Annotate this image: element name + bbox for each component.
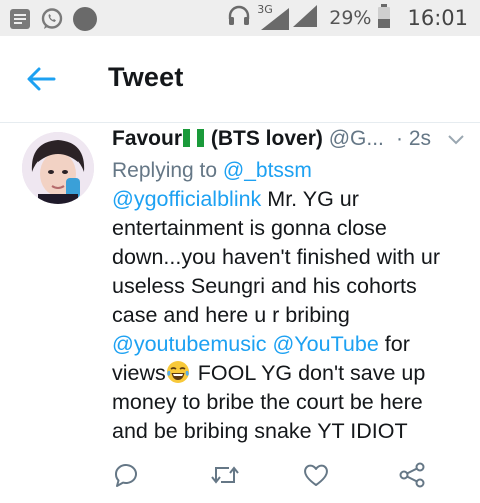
text-line-8: money to bribe the court be here [112, 390, 423, 414]
like-button[interactable] [302, 461, 332, 491]
text-segment: FOOL YG don't save up [191, 361, 426, 385]
text-segment: for [378, 332, 410, 356]
reply-context: Replying to @_btssm [112, 159, 312, 183]
page-title: Tweet [108, 62, 184, 92]
tweet-header: Favour (BTS lover) @G... · 2s [112, 127, 472, 157]
heart-icon [304, 464, 328, 486]
reply-button[interactable] [112, 461, 142, 491]
retweet-icon [211, 466, 239, 484]
tweet[interactable]: Favour (BTS lover) @G... · 2s Replying t… [0, 123, 480, 503]
battery-icon [377, 3, 391, 33]
tweet-time: · 2s [396, 127, 432, 150]
text-line-1: @ygofficialblink Mr. YG ur [112, 185, 467, 214]
text-segment: views [112, 361, 166, 385]
text-line-2: entertainment is gonna close [112, 216, 387, 240]
text-line-7: views FOOL YG don't save up [112, 359, 467, 388]
headphones-icon [227, 4, 251, 33]
laughing-crying-emoji-icon [166, 361, 189, 383]
signal-icon: 3G [257, 3, 291, 31]
text-line-3: down...you haven't finished with ur [112, 245, 440, 269]
text-line-9: and be bribing snake YT IDIOT [112, 419, 408, 443]
whatsapp-icon [40, 7, 64, 36]
text-line-5: case and here u r bribing [112, 303, 350, 327]
author-name[interactable]: Favour (BTS lover) [112, 127, 323, 150]
tweet-actions [112, 461, 442, 495]
tweet-text: @ygofficialblink Mr. YG ur entertainment… [112, 185, 467, 446]
back-arrow-icon [27, 67, 56, 91]
back-button[interactable] [24, 64, 58, 94]
chevron-down-icon[interactable] [447, 133, 465, 147]
mention-youtube[interactable]: @YouTube [272, 332, 378, 356]
text-segment: Mr. YG ur [261, 187, 359, 211]
text-line-6: @youtubemusic @YouTube for [112, 330, 467, 359]
status-bar: 3G 29% 16:01 [0, 0, 480, 36]
nigeria-flag-icon [183, 129, 205, 147]
text-line-4: useless Seungri and his cohorts [112, 274, 417, 298]
circle-icon [72, 6, 98, 37]
signal-icon-2 [293, 4, 319, 32]
mention-youtubemusic[interactable]: @youtubemusic [112, 332, 266, 356]
avatar[interactable] [22, 132, 94, 204]
retweet-button[interactable] [210, 461, 240, 491]
share-button[interactable] [398, 461, 428, 491]
mention-ygofficialblink[interactable]: @ygofficialblink [112, 187, 261, 211]
clock: 16:01 [407, 6, 468, 30]
reply-icon [115, 464, 137, 487]
author-name-prefix: Favour [112, 127, 183, 150]
reply-prefix: Replying to [112, 159, 218, 182]
author-name-suffix: (BTS lover) [210, 127, 323, 150]
share-icon [399, 462, 425, 488]
battery-percent: 29% [329, 7, 372, 29]
notes-app-icon [8, 7, 32, 36]
author-handle[interactable]: @G... [329, 127, 384, 150]
app-bar: Tweet [0, 36, 480, 123]
reply-handle-link[interactable]: @_btssm [223, 159, 312, 182]
